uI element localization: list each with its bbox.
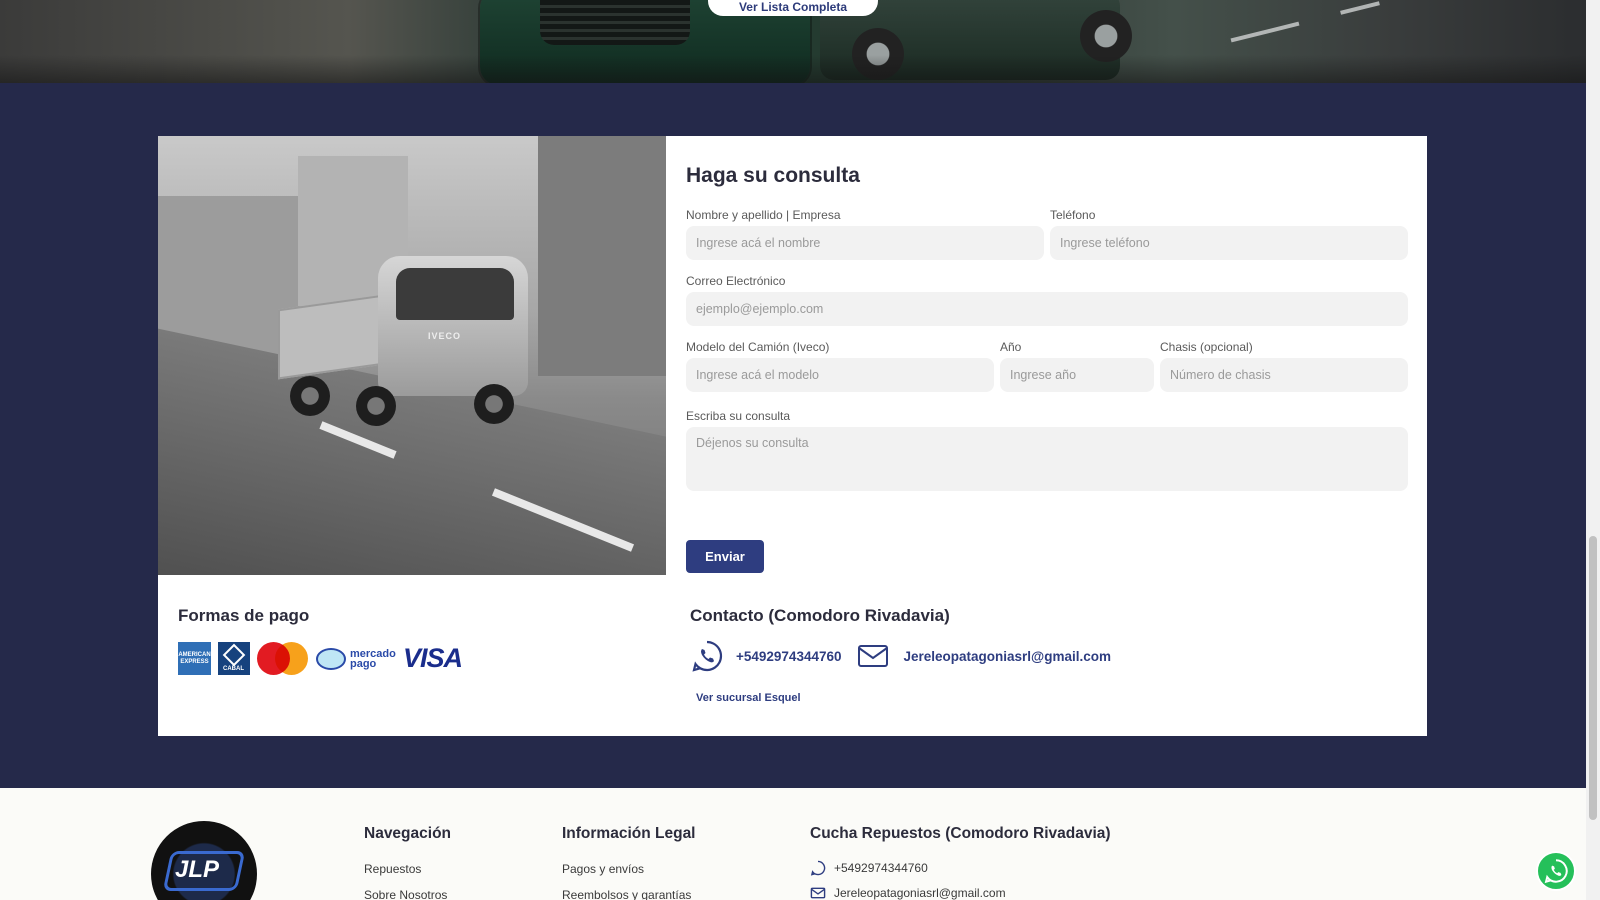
footer-logo-text: JLP bbox=[175, 856, 220, 883]
footer-link-repuestos[interactable]: Repuestos bbox=[364, 862, 421, 876]
hero-lane-mark bbox=[1340, 1, 1380, 15]
cabal-logo: CABAL bbox=[218, 642, 250, 675]
view-full-list-button[interactable]: Ver Lista Completa bbox=[708, 0, 878, 16]
mercadopago-handshake-icon bbox=[316, 647, 346, 670]
phone-label: Teléfono bbox=[1050, 208, 1096, 222]
email-label: Correo Electrónico bbox=[686, 274, 786, 288]
mercadopago-logo-text: mercado pago bbox=[350, 647, 396, 670]
form-title: Haga su consulta bbox=[686, 164, 860, 187]
whatsapp-float-button[interactable] bbox=[1536, 851, 1576, 891]
footer-link-about[interactable]: Sobre Nosotros bbox=[364, 888, 447, 900]
mail-icon bbox=[810, 887, 826, 899]
phone-input[interactable] bbox=[1050, 226, 1408, 260]
payment-logos: AMERICAN EXPRESS CABAL mercado pago VISA bbox=[178, 642, 463, 675]
hero-truck-grille bbox=[540, 0, 690, 45]
mail-icon bbox=[857, 645, 888, 667]
footer-link-payments-shipping[interactable]: Pagos y envíos bbox=[562, 862, 644, 876]
whatsapp-icon bbox=[692, 640, 723, 672]
visa-logo: VISA bbox=[403, 643, 463, 673]
message-label: Escriba su consulta bbox=[686, 409, 791, 423]
hero-banner: Ver Lista Completa bbox=[0, 0, 1586, 83]
footer-legal-title: Información Legal bbox=[562, 825, 696, 842]
hero-road bbox=[0, 55, 1586, 83]
year-label: Año bbox=[1000, 340, 1022, 354]
whatsapp-icon bbox=[1544, 859, 1568, 884]
footer-phone-text: +5492974344760 bbox=[834, 861, 928, 875]
esquel-branch-link[interactable]: Ver sucursal Esquel bbox=[696, 692, 801, 704]
footer-store-title: Cucha Repuestos (Comodoro Rivadavia) bbox=[810, 825, 1111, 842]
chassis-label: Chasis (opcional) bbox=[1160, 340, 1253, 354]
mastercard-logo bbox=[257, 642, 309, 675]
contact-title: Contacto (Comodoro Rivadavia) bbox=[690, 606, 950, 625]
contact-email[interactable]: Jereleopatagoniasrl@gmail.com bbox=[904, 649, 1111, 664]
footer-logo[interactable]: JLP bbox=[151, 821, 257, 900]
footer: JLP Navegación Repuestos Sobre Nosotros … bbox=[0, 788, 1586, 900]
name-label: Nombre y apellido | Empresa bbox=[686, 208, 841, 222]
contact-phone[interactable]: +5492974344760 bbox=[736, 649, 842, 664]
truck-photo: IVECO bbox=[158, 136, 666, 575]
van-brand-plate: IVECO bbox=[428, 331, 462, 341]
footer-link-refunds[interactable]: Reembolsos y garantías bbox=[562, 888, 691, 900]
message-textarea[interactable] bbox=[686, 427, 1408, 491]
footer-email[interactable]: Jereleopatagoniasrl@gmail.com bbox=[810, 885, 1006, 900]
photo-van: IVECO bbox=[278, 246, 538, 426]
page-scrollbar[interactable] bbox=[1586, 0, 1600, 900]
inquiry-form: Haga su consulta Nombre y apellido | Emp… bbox=[686, 164, 1408, 573]
footer-nav-title: Navegación bbox=[364, 825, 452, 842]
cabal-logo-text: CABAL bbox=[223, 666, 244, 672]
model-label: Modelo del Camión (Iveco) bbox=[686, 340, 830, 354]
amex-logo: AMERICAN EXPRESS bbox=[178, 642, 211, 675]
footer-phone[interactable]: +5492974344760 bbox=[810, 860, 928, 876]
model-input[interactable] bbox=[686, 358, 994, 392]
chassis-input[interactable] bbox=[1160, 358, 1408, 392]
footer-email-text: Jereleopatagoniasrl@gmail.com bbox=[834, 886, 1006, 900]
name-input[interactable] bbox=[686, 226, 1044, 260]
email-input[interactable] bbox=[686, 292, 1408, 326]
contact-card: IVECO Haga su consulta Nombre y apellido… bbox=[158, 136, 1427, 736]
contact-row: +5492974344760 Jereleopatagoniasrl@gmail… bbox=[690, 639, 1111, 673]
year-input[interactable] bbox=[1000, 358, 1154, 392]
van-tyre bbox=[290, 376, 330, 416]
van-tyre bbox=[474, 384, 514, 424]
cabal-diamond-icon bbox=[222, 643, 246, 667]
payments-title: Formas de pago bbox=[178, 606, 310, 625]
hero-lane-mark bbox=[1230, 21, 1300, 43]
scrollbar-thumb[interactable] bbox=[1589, 536, 1597, 820]
van-windshield bbox=[396, 268, 514, 320]
van-tyre bbox=[356, 386, 396, 426]
photo-building bbox=[538, 136, 666, 376]
whatsapp-icon bbox=[810, 860, 826, 876]
mercadopago-logo: mercado pago bbox=[316, 647, 396, 670]
submit-button[interactable]: Enviar bbox=[686, 540, 764, 573]
